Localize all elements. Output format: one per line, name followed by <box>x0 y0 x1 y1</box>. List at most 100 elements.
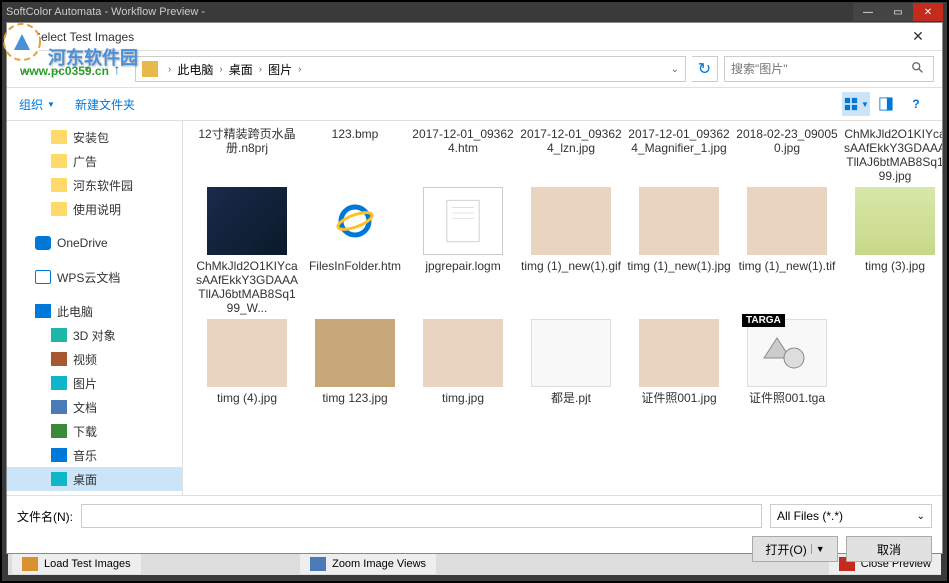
folder-icon <box>35 270 51 284</box>
outer-minimize-button[interactable]: — <box>853 3 883 21</box>
sidebar-item-下载[interactable]: 下载 <box>7 419 182 443</box>
breadcrumb-item[interactable]: 此电脑 <box>177 61 213 78</box>
sidebar-item-广告[interactable]: 广告 <box>7 149 182 173</box>
search-icon[interactable] <box>911 61 927 77</box>
file-item[interactable]: timg (1)_new(1).gif <box>519 187 623 315</box>
file-name: 2018-02-23_090050.jpg <box>735 127 839 155</box>
sidebar-item-label: 音乐 <box>73 447 97 464</box>
outer-close-button[interactable]: ✕ <box>913 3 943 21</box>
file-open-dialog: Select Test Images ✕ ← → ▾ ↑ › 此电脑 › 桌面 … <box>6 22 943 554</box>
open-button[interactable]: 打开(O) ▼ <box>752 536 838 562</box>
view-mode-button[interactable]: ▼ <box>842 92 870 116</box>
file-item[interactable]: 2017-12-01_093624.htm <box>411 127 515 183</box>
folder-icon <box>35 304 51 318</box>
file-name: 123.bmp <box>303 127 407 141</box>
file-item[interactable]: timg.jpg <box>411 319 515 405</box>
file-name: timg (4).jpg <box>195 391 299 405</box>
bottom-bar: 文件名(N): All Files (*.*) ⌄ 打开(O) ▼ 取消 <box>7 495 942 570</box>
folder-icon <box>51 154 67 168</box>
filename-input[interactable] <box>81 504 762 528</box>
chevron-down-icon[interactable]: ⌄ <box>671 64 679 75</box>
sidebar-item-OneDrive[interactable]: OneDrive <box>7 231 182 255</box>
file-area[interactable]: 12寸精装跨页水晶册.n8prj 123.bmp 2017-12-01_093624… <box>183 121 942 495</box>
sidebar-item-河东软件园[interactable]: 河东软件园 <box>7 173 182 197</box>
file-name: 都是.pjt <box>519 391 623 405</box>
sidebar-item-音乐[interactable]: 音乐 <box>7 443 182 467</box>
sidebar-item-label: 图片 <box>73 375 97 392</box>
search-input[interactable] <box>731 62 911 76</box>
recent-button[interactable]: ▾ <box>75 57 99 81</box>
breadcrumb-item[interactable]: 桌面 <box>229 61 253 78</box>
sidebar-item-桌面[interactable]: 桌面 <box>7 467 182 491</box>
organize-label: 组织 <box>19 96 43 113</box>
cancel-button[interactable]: 取消 <box>846 536 932 562</box>
file-thumb <box>855 187 935 255</box>
folder-icon <box>51 352 67 366</box>
new-folder-button[interactable]: 新建文件夹 <box>75 96 135 113</box>
filename-label: 文件名(N): <box>17 508 73 525</box>
dialog-titlebar[interactable]: Select Test Images ✕ <box>7 23 942 51</box>
help-button[interactable]: ? <box>902 92 930 116</box>
file-name: 2017-12-01_093624_Magnifier_1.jpg <box>627 127 731 155</box>
breadcrumb[interactable]: › 此电脑 › 桌面 › 图片 › ⌄ <box>135 56 686 82</box>
file-item[interactable]: 都是.pjt <box>519 319 623 405</box>
sidebar-item-3D 对象[interactable]: 3D 对象 <box>7 323 182 347</box>
chevron-down-icon: ⌄ <box>917 511 925 522</box>
file-item[interactable]: 2018-02-23_090050.jpg <box>735 127 839 183</box>
preview-pane-button[interactable] <box>872 92 900 116</box>
file-name: 2017-12-01_093624_lzn.jpg <box>519 127 623 155</box>
search-box[interactable] <box>724 56 934 82</box>
file-name: 证件照001.tga <box>735 391 839 405</box>
sidebar-item-此电脑[interactable]: 此电脑 <box>7 299 182 323</box>
file-item[interactable]: timg (3).jpg <box>843 187 942 315</box>
file-item[interactable]: 12寸精装跨页水晶册.n8prj <box>195 127 299 183</box>
file-item[interactable]: jpgrepair.logm <box>411 187 515 315</box>
dialog-close-button[interactable]: ✕ <box>898 24 938 50</box>
file-item[interactable]: 证件照001.jpg <box>627 319 731 405</box>
file-item[interactable]: FilesInFolder.htm <box>303 187 407 315</box>
sidebar-item-文档[interactable]: 文档 <box>7 395 182 419</box>
file-item[interactable]: 123.bmp <box>303 127 407 183</box>
file-item[interactable]: timg (1)_new(1).jpg <box>627 187 731 315</box>
organize-menu[interactable]: 组织 ▼ <box>19 96 55 113</box>
open-label: 打开(O) <box>765 541 806 558</box>
sidebar-item-label: 使用说明 <box>73 201 121 218</box>
sidebar-item-使用说明[interactable]: 使用说明 <box>7 197 182 221</box>
back-button[interactable]: ← <box>15 57 39 81</box>
file-thumb <box>207 319 287 387</box>
file-thumb <box>315 319 395 387</box>
file-item[interactable]: timg 123.jpg <box>303 319 407 405</box>
forward-button[interactable]: → <box>45 57 69 81</box>
file-item[interactable]: timg (4).jpg <box>195 319 299 405</box>
file-item[interactable]: timg (1)_new(1).tif <box>735 187 839 315</box>
up-button[interactable]: ↑ <box>105 57 129 81</box>
outer-maximize-button[interactable]: ▭ <box>883 3 913 21</box>
sidebar: 安装包广告河东软件园使用说明 OneDrive WPS云文档此电脑 3D 对象视频图片… <box>7 121 183 495</box>
breadcrumb-sep[interactable]: › <box>168 64 171 75</box>
folder-icon <box>51 400 67 414</box>
file-item[interactable]: ChMkJld2O1KIYcasAAfEkkY3GDAAATllAJ6btMAB… <box>843 127 942 183</box>
file-name: 2017-12-01_093624.htm <box>411 127 515 155</box>
file-item[interactable]: 2017-12-01_093624_Magnifier_1.jpg <box>627 127 731 183</box>
outer-title: SoftColor Automata - Workflow Preview - <box>6 6 853 18</box>
refresh-button[interactable]: ↻ <box>692 56 718 82</box>
file-item[interactable]: ChMkJld2O1KIYcasAAfEkkY3GDAAATllAJ6btMAB… <box>195 187 299 315</box>
breadcrumb-item[interactable]: 图片 <box>268 61 292 78</box>
file-thumb <box>639 187 719 255</box>
sidebar-item-视频[interactable]: 视频 <box>7 347 182 371</box>
outer-titlebar[interactable]: SoftColor Automata - Workflow Preview - … <box>2 2 947 22</box>
sidebar-item-label: 安装包 <box>73 129 109 146</box>
file-name: ChMkJld2O1KIYcasAAfEkkY3GDAAATllAJ6btMAB… <box>195 259 299 315</box>
sidebar-item-WPS云文档[interactable]: WPS云文档 <box>7 265 182 289</box>
file-item[interactable]: TARGA证件照001.tga <box>735 319 839 405</box>
filetype-combo[interactable]: All Files (*.*) ⌄ <box>770 504 932 528</box>
address-row: ← → ▾ ↑ › 此电脑 › 桌面 › 图片 › ⌄ ↻ <box>7 51 942 87</box>
sidebar-item-label: 3D 对象 <box>73 327 116 344</box>
file-item[interactable]: 2017-12-01_093624_lzn.jpg <box>519 127 623 183</box>
sidebar-item-图片[interactable]: 图片 <box>7 371 182 395</box>
sidebar-item-label: 广告 <box>73 153 97 170</box>
folder-icon <box>35 236 51 250</box>
file-thumb <box>423 319 503 387</box>
file-name: timg.jpg <box>411 391 515 405</box>
sidebar-item-安装包[interactable]: 安装包 <box>7 125 182 149</box>
